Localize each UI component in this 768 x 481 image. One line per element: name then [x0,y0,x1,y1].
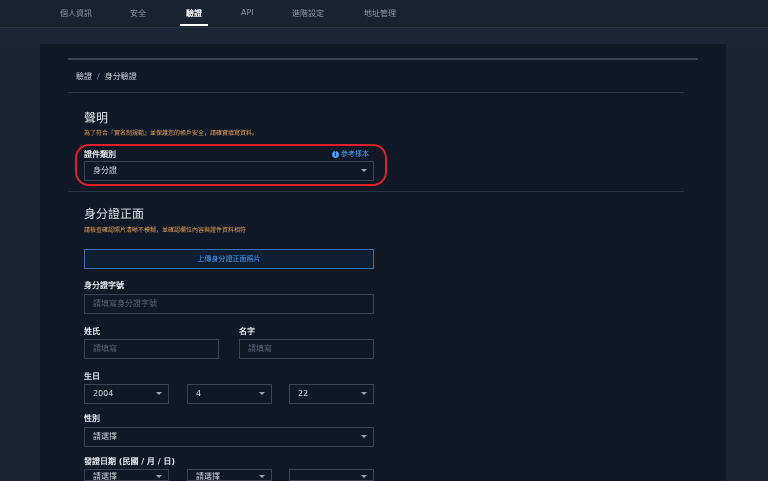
tab-advanced-settings[interactable]: 進階設定 [292,8,324,19]
issue-month-select[interactable]: 請選擇 [187,469,272,481]
breadcrumb-current: 身分驗證 [104,72,137,81]
breadcrumb: 驗證 / 身分驗證 [76,71,137,82]
id-number-input[interactable]: 請填寫身分證字號 [84,294,374,314]
issue-date-label: 發證日期 (民國 / 月 / 日) [84,457,176,466]
issue-year-value: 請選擇 [93,472,117,481]
birth-month-select[interactable]: 4 [187,384,272,404]
breadcrumb-separator: / [97,72,100,81]
given-name-label: 名字 [239,327,255,336]
surname-label: 姓氏 [84,327,100,336]
statement-note: 為了符合『實名制規範』並保護您的帳戶安全，請確實填寫資料。 [84,130,259,137]
tab-address-management[interactable]: 地址管理 [364,8,396,19]
upload-front-photo-button[interactable]: 上傳身分證正面照片 [84,249,374,269]
chevron-down-icon [156,475,162,478]
birth-year-value: 2004 [93,389,114,398]
gender-select[interactable]: 請選擇 [84,427,374,447]
front-note: 請檢查確認照片清晰不模糊，並確認欄位內容與證件資料相符 [84,227,247,234]
section-divider [68,191,684,192]
gender-label: 性別 [84,414,100,423]
panel-top-border [68,58,698,60]
tab-verification[interactable]: 驗證 [186,8,202,19]
birthday-label: 生日 [84,372,100,381]
chevron-down-icon [156,392,162,395]
tab-personal-info[interactable]: 個人資訊 [60,8,92,19]
issue-month-value: 請選擇 [196,472,220,481]
birth-year-select[interactable]: 2004 [84,384,169,404]
issue-year-select[interactable]: 請選擇 [84,469,169,481]
birth-day-value: 22 [298,389,309,398]
gender-value: 請選擇 [93,432,117,441]
chevron-down-icon [259,475,265,478]
chevron-down-icon [361,475,367,478]
issue-day-select[interactable] [289,469,374,481]
breadcrumb-divider [68,92,684,93]
tab-api[interactable]: API [241,8,254,17]
chevron-down-icon [361,435,367,438]
statement-title: 聲明 [84,111,109,125]
highlight-annotation [75,144,387,186]
top-navigation: 個人資訊 安全 驗證 API 進階設定 地址管理 [0,0,768,28]
surname-input[interactable]: 請填寫 [84,339,219,359]
active-tab-indicator [180,24,208,26]
birth-day-select[interactable]: 22 [289,384,374,404]
birth-month-value: 4 [196,389,202,398]
chevron-down-icon [259,392,265,395]
given-name-input[interactable]: 請填寫 [239,339,374,359]
breadcrumb-parent[interactable]: 驗證 [76,72,92,81]
tab-security[interactable]: 安全 [130,8,146,19]
id-number-label: 身分證字號 [84,281,124,290]
front-title: 身分證正面 [84,207,145,221]
chevron-down-icon [361,392,367,395]
